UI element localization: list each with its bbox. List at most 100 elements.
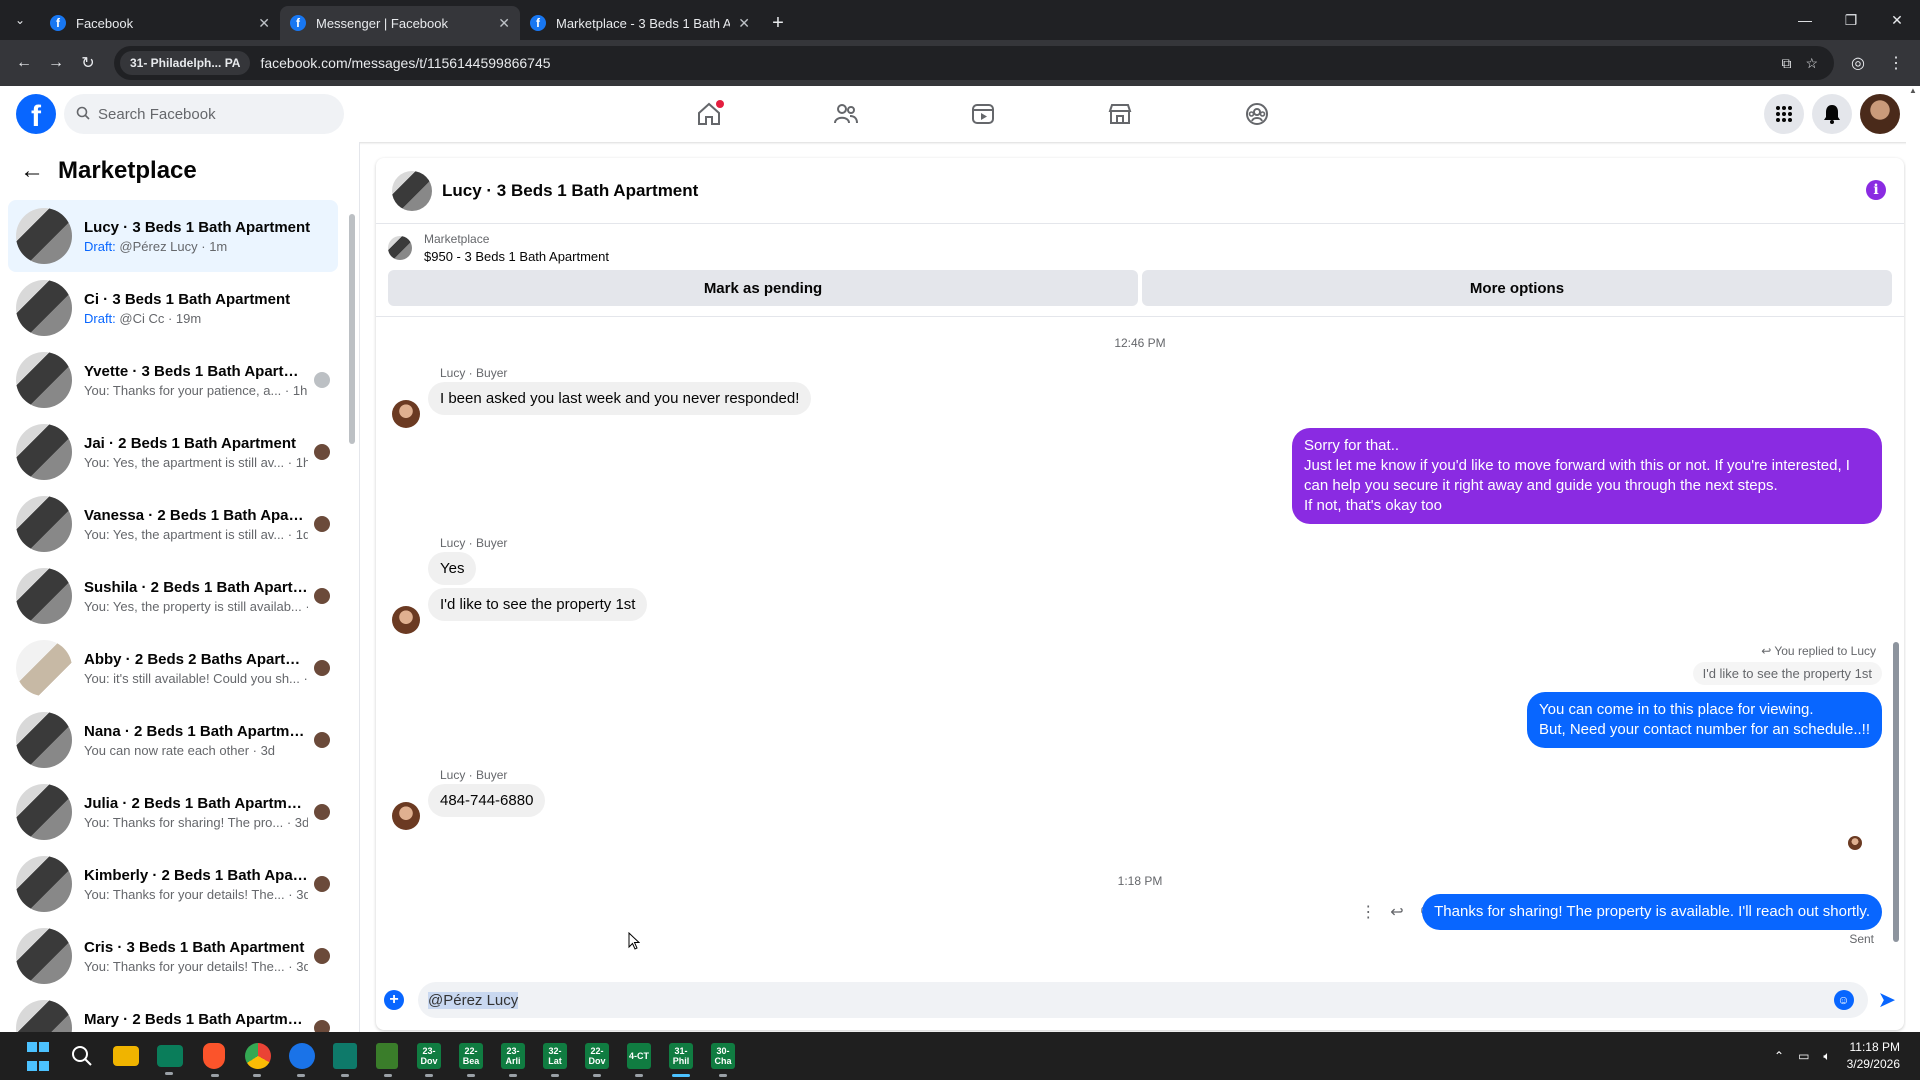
chevron-up-icon[interactable]: ⌃ <box>1774 1049 1784 1064</box>
conversation-preview: You: Thanks for your details! The... · 3… <box>84 887 308 902</box>
info-icon[interactable]: i <box>1866 180 1886 200</box>
notepad-icon[interactable] <box>376 1043 398 1077</box>
avatar[interactable] <box>392 606 420 634</box>
preview-text: You: Yes, the property is still availab.… <box>84 598 308 614</box>
nav-video[interactable] <box>914 86 1051 142</box>
list-item[interactable]: Vanessa · 2 Beds 1 Bath Apart... You: Yes… <box>8 488 338 560</box>
spreadsheet-window-icon[interactable]: 22-Bea <box>459 1043 483 1077</box>
avatar[interactable] <box>392 400 420 428</box>
message-bubble-outgoing[interactable]: You can come in to this place for viewin… <box>1526 692 1882 748</box>
kebab-menu-icon[interactable]: ⋮ <box>1880 47 1912 79</box>
address-bar[interactable]: 31- Philadelph... PA facebook.com/messag… <box>114 46 1834 80</box>
message-bubble-incoming[interactable]: I'd like to see the property 1st <box>428 588 648 621</box>
send-icon[interactable]: ➤ <box>1878 987 1896 1013</box>
list-item[interactable]: Jai · 2 Beds 1 Bath Apartment You: Yes, t… <box>8 416 338 488</box>
spreadsheet-window-icon[interactable]: 31-Phil <box>669 1043 693 1077</box>
conversation-text: Mary · 2 Beds 1 Bath ApartmentYou: Thank… <box>84 1011 308 1033</box>
list-item[interactable]: Abby · 2 Beds 2 Baths Apartment You: it's… <box>8 632 338 704</box>
window-label: 32-Lat <box>548 1046 562 1066</box>
spreadsheet-window-icon[interactable]: 22-Dov <box>585 1043 609 1077</box>
avatar <box>16 640 72 696</box>
close-window-icon[interactable]: ✕ <box>1874 0 1920 40</box>
list-item[interactable]: Sushila · 2 Beds 1 Bath Apartment You: Ye… <box>8 560 338 632</box>
nav-groups[interactable] <box>1188 86 1325 142</box>
back-arrow-icon[interactable]: ← <box>20 157 44 185</box>
close-icon[interactable]: ✕ <box>738 15 750 32</box>
page-scrollbar[interactable]: ▲ <box>1906 86 1920 1032</box>
install-icon[interactable]: ⧉ <box>1781 55 1791 72</box>
tab-facebook[interactable]: f Facebook ✕ <box>40 6 280 40</box>
list-item[interactable]: Lucy · 3 Beds 1 Bath Apartment Draft: @Pé… <box>8 200 338 272</box>
message-bubble-outgoing[interactable]: Thanks for sharing! The property is avai… <box>1422 894 1882 930</box>
chat-title[interactable]: Lucy · 3 Beds 1 Bath Apartment <box>442 181 698 201</box>
file-explorer-icon[interactable] <box>113 1046 139 1066</box>
more-options-button[interactable]: More options <box>1142 270 1892 306</box>
volume-icon[interactable]: 🔈︎ <box>1823 1049 1830 1064</box>
spreadsheet-window-icon[interactable]: 32-Lat <box>543 1043 567 1077</box>
sidebar-scrollbar[interactable] <box>348 194 356 1024</box>
tab-messenger[interactable]: f Messenger | Facebook ✕ <box>280 6 520 40</box>
tab-marketplace[interactable]: f Marketplace - 3 Beds 1 Bath Ap ✕ <box>520 6 760 40</box>
nav-marketplace[interactable] <box>1051 86 1188 142</box>
menu-grid-icon[interactable] <box>1764 94 1804 134</box>
spreadsheet-window-icon[interactable]: 23-Arli <box>501 1043 525 1077</box>
back-icon[interactable]: ← <box>8 47 40 79</box>
bell-icon[interactable] <box>1812 94 1852 134</box>
message-bubble-incoming[interactable]: I been asked you last week and you never… <box>428 382 812 415</box>
list-item[interactable]: Cris · 3 Beds 1 Bath Apartment You: Thank… <box>8 920 338 992</box>
app-icon[interactable] <box>157 1045 183 1075</box>
bookmark-star-icon[interactable]: ☆ <box>1805 55 1818 72</box>
clock[interactable]: 11:18 PM 3/29/2026 <box>1847 1039 1900 1073</box>
reply-icon[interactable]: ↩ <box>1390 902 1403 922</box>
chrome-profile-icon[interactable] <box>289 1043 315 1077</box>
window-controls: — ❐ ✕ <box>1782 0 1920 40</box>
preview-text: @Pérez Lucy · 1m <box>115 238 228 254</box>
chrome-icon[interactable] <box>245 1043 271 1077</box>
spreadsheet-window-icon[interactable]: 23-Dov <box>417 1043 441 1077</box>
search-input[interactable]: Search Facebook <box>64 94 344 134</box>
nav-home[interactable] <box>640 86 777 142</box>
list-item[interactable]: Ci · 3 Beds 1 Bath Apartment Draft: @Ci C… <box>8 272 338 344</box>
windows-start-icon[interactable] <box>20 1038 56 1074</box>
emoji-icon[interactable]: ☺ <box>1833 990 1854 1010</box>
network-icon[interactable]: ▭ <box>1798 1049 1809 1064</box>
nav-friends[interactable] <box>777 86 914 142</box>
message-bubble-incoming[interactable]: Yes <box>428 552 477 585</box>
app-icon[interactable] <box>333 1043 357 1077</box>
chat-scrollbar[interactable] <box>1892 328 1900 968</box>
avatar <box>16 352 72 408</box>
avatar[interactable] <box>392 170 432 211</box>
reload-icon[interactable]: ↻ <box>72 47 104 79</box>
list-item[interactable]: Mary · 2 Beds 1 Bath ApartmentYou: Thank… <box>8 992 338 1032</box>
message-bubble-incoming[interactable]: 484-744-6880 <box>428 784 546 817</box>
list-item[interactable]: Kimberly · 2 Beds 1 Bath Apar... You: Tha… <box>8 848 338 920</box>
avatar[interactable] <box>392 802 420 830</box>
quoted-message[interactable]: I'd like to see the property 1st <box>1692 662 1882 685</box>
close-icon[interactable]: ✕ <box>258 15 270 32</box>
message-bubble-outgoing[interactable]: Sorry for that.. Just let me know if you… <box>1292 428 1882 524</box>
list-item[interactable]: Yvette · 3 Beds 1 Bath Apartm... You: Tha… <box>8 344 338 416</box>
spreadsheet-window-icon[interactable]: 30-Cha <box>711 1043 735 1077</box>
avatar[interactable] <box>1860 94 1900 134</box>
tab-search-icon[interactable]: ⌄ <box>0 0 40 40</box>
forward-icon[interactable]: → <box>40 47 72 79</box>
facebook-logo-icon[interactable]: f <box>16 94 56 134</box>
site-chip[interactable]: 31- Philadelph... PA <box>120 51 251 75</box>
search-icon[interactable] <box>64 1038 100 1074</box>
listing-banner[interactable]: Marketplace $950 - 3 Beds 1 Bath Apartme… <box>376 224 1904 264</box>
new-tab-button[interactable]: + <box>760 6 796 40</box>
minimize-icon[interactable]: — <box>1782 0 1828 40</box>
more-icon[interactable]: ⋮ <box>1360 902 1376 922</box>
add-attachment-icon[interactable]: + <box>384 990 404 1010</box>
profile-icon[interactable]: ◎ <box>1842 47 1874 79</box>
list-item[interactable]: Julia · 2 Beds 1 Bath Apartment You: Than… <box>8 776 338 848</box>
list-item[interactable]: Nana · 2 Beds 1 Bath Apartment You can no… <box>8 704 338 776</box>
close-icon[interactable]: ✕ <box>498 15 510 32</box>
spreadsheet-window-icon[interactable]: 4-CT <box>627 1043 651 1077</box>
message-input[interactable]: @Pérez Lucy <box>418 982 1868 1018</box>
scroll-up-icon[interactable]: ▲ <box>1906 86 1920 95</box>
restore-icon[interactable]: ❐ <box>1828 0 1874 40</box>
conversation-name: Julia · 2 Beds 1 Bath Apartment <box>84 794 308 812</box>
brave-browser-icon[interactable] <box>203 1043 225 1077</box>
mark-pending-button[interactable]: Mark as pending <box>388 270 1138 306</box>
